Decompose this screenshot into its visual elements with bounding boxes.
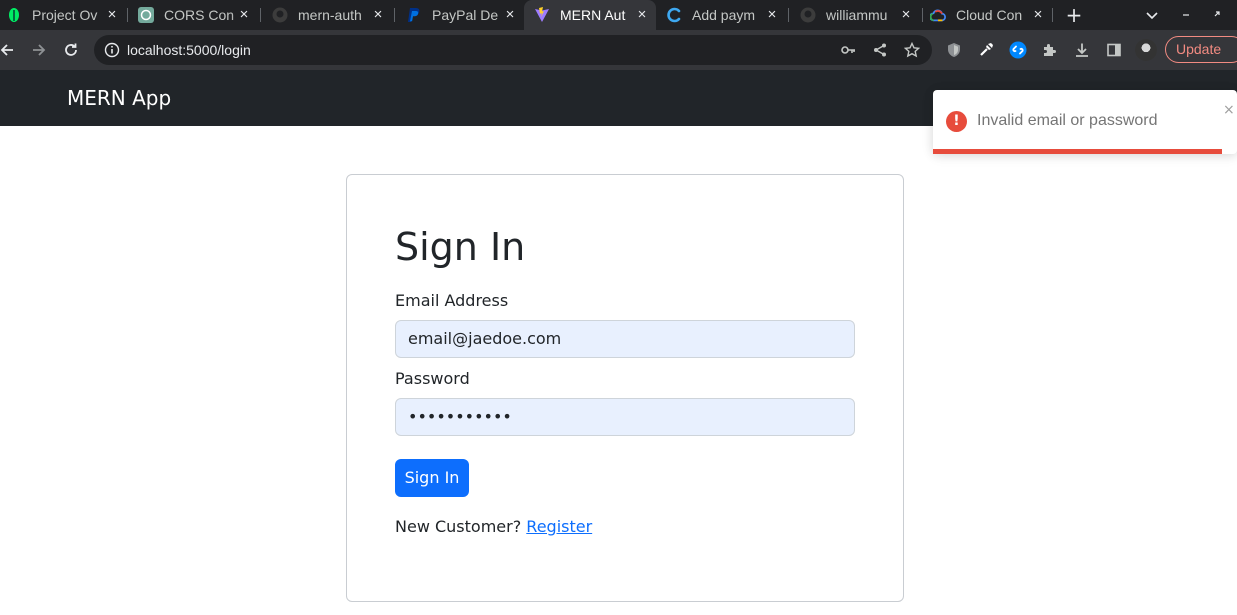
toast-message: Invalid email or password [977,112,1158,129]
close-icon[interactable]: × [1223,102,1235,118]
google-cloud-icon [930,7,946,23]
paypal-icon [406,7,422,23]
restore-icon[interactable] [1207,4,1229,26]
tab-search-chevron-icon[interactable] [1141,4,1163,26]
edge-c-icon [666,7,682,23]
error-toast: ! Invalid email or password × [933,90,1237,154]
navbar-brand[interactable]: MERN App [67,86,171,110]
register-link[interactable]: Register [526,517,592,536]
download-icon[interactable] [1071,39,1093,61]
new-customer-prompt: New Customer? Register [395,517,592,536]
update-button[interactable]: Update [1165,36,1237,63]
close-icon[interactable]: × [104,7,120,23]
url-text: localhost:5000/login [127,42,251,58]
github-icon [800,7,816,23]
close-icon[interactable]: × [370,7,386,23]
minimize-icon[interactable] [1175,4,1197,26]
github-icon [272,7,288,23]
close-icon[interactable]: × [502,7,518,23]
browser-tab[interactable]: PayPal De × [398,0,524,30]
browser-toolbar: localhost:5000/login Update [0,30,1237,70]
browser-tab[interactable]: Add paym × [658,0,786,30]
close-icon[interactable]: × [1030,7,1046,23]
browser-tab-active[interactable]: MERN Aut × [524,0,656,30]
new-tab-button[interactable]: + [1063,4,1085,26]
mongodb-leaf-icon [6,7,22,23]
browser-tab[interactable]: mern-auth × [264,0,392,30]
close-icon[interactable]: × [898,7,914,23]
email-field[interactable]: email@jaedoe.com [395,320,855,358]
error-icon: ! [946,111,967,132]
puzzle-extensions-icon[interactable] [1039,39,1061,61]
email-label: Email Address [395,291,509,310]
address-bar[interactable]: localhost:5000/login [94,35,932,65]
back-arrow-icon[interactable] [0,39,18,61]
reload-icon[interactable] [60,39,82,61]
password-field[interactable]: ••••••••••• [395,398,855,436]
bookmark-star-icon[interactable] [904,42,920,58]
shield-extension-icon[interactable] [943,39,965,61]
site-info-icon[interactable] [104,42,120,62]
browser-tab[interactable]: Cloud Con × [926,0,1052,30]
shazam-extension-icon[interactable] [1007,39,1029,61]
key-icon[interactable] [840,42,856,58]
login-card: Sign In Email Address email@jaedoe.com P… [346,174,904,602]
browser-tab-strip: Project Ov × CORS Con × mern-auth × PayP… [0,0,1237,30]
password-label: Password [395,369,470,388]
new-customer-text: New Customer? [395,517,522,536]
sign-in-button[interactable]: Sign In [395,459,469,497]
openai-icon [138,7,154,23]
page-title: Sign In [395,225,526,269]
close-icon[interactable]: × [764,7,780,23]
close-icon[interactable]: × [236,7,252,23]
profile-avatar[interactable] [1135,39,1157,61]
side-panel-icon[interactable] [1103,39,1125,61]
vite-icon [534,7,550,23]
forward-arrow-icon[interactable] [28,39,50,61]
share-icon[interactable] [872,42,888,58]
browser-tab[interactable]: williammu × [792,0,920,30]
close-icon[interactable]: × [634,7,650,23]
browser-tab[interactable]: Project Ov × [0,0,126,30]
toast-progress-bar [933,149,1222,154]
browser-tab[interactable]: CORS Con × [130,0,258,30]
eyedropper-extension-icon[interactable] [975,39,997,61]
